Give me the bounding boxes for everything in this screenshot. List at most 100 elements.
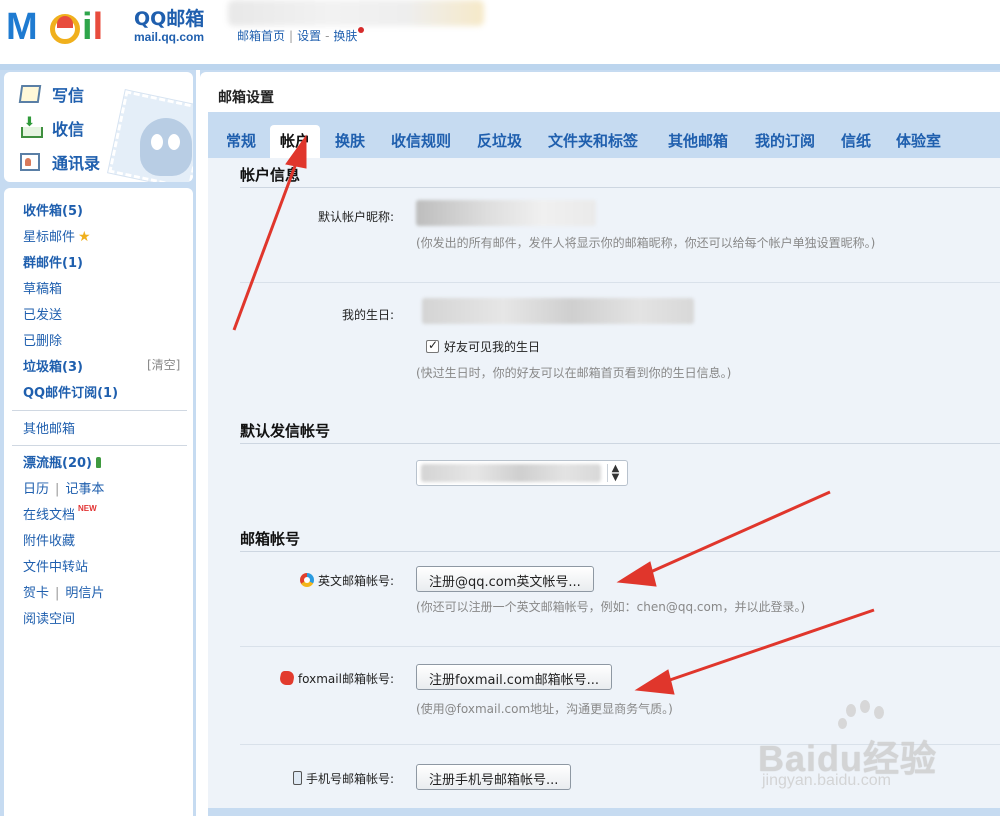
sidebar-item-notepad[interactable]: 记事本 — [65, 482, 104, 497]
sidebar-item-greeting-card[interactable]: 贺卡 — [23, 586, 49, 601]
sidebar-item-file-transfer[interactable]: 文件中转站 — [23, 556, 88, 575]
link-dash: - — [325, 29, 330, 43]
nickname-hint: (你发出的所有邮件，发件人将显示你的邮箱昵称，你还可以给每个帐户单独设置昵称。) — [416, 236, 876, 250]
english-mail-icon — [299, 573, 314, 587]
foxmail-account-hint: (使用@foxmail.com地址，沟通更显商务气质。) — [416, 702, 673, 716]
qq-penguin-stamp-icon — [106, 88, 193, 182]
tab-general[interactable]: 常规 — [216, 125, 266, 158]
receive-button[interactable]: 收信 — [20, 115, 85, 140]
register-english-account-button[interactable]: 注册@qq.com英文帐号... — [416, 566, 594, 592]
sidebar-item-starred[interactable]: 星标邮件 ★ — [23, 226, 91, 245]
sidebar-item-drift-bottle[interactable]: 漂流瓶(20) — [23, 452, 101, 471]
sidebar-item-attachments[interactable]: 附件收藏 — [23, 530, 75, 549]
sidebar-item-label: 在线文档 — [23, 508, 76, 523]
tab-other-mailboxes[interactable]: 其他邮箱 — [658, 125, 738, 158]
tab-labs[interactable]: 体验室 — [886, 125, 951, 158]
nickname-label: 默认帐户昵称: — [317, 210, 394, 224]
skin-link[interactable]: 换肤 — [333, 29, 357, 43]
sidebar-item-postcard[interactable]: 明信片 — [65, 586, 104, 601]
sidebar-item-calendar-notes: 日历 | 记事本 — [23, 478, 104, 497]
top-links: 邮箱首页 | 设置 - 换肤 — [237, 27, 365, 44]
sidebar-folder-list: 收件箱(5) 星标邮件 ★ 群邮件(1) 草稿箱 已发送 已删除 垃圾箱(3) [… — [4, 188, 193, 816]
page-title: 邮箱设置 — [218, 90, 274, 106]
tab-skin[interactable]: 换肤 — [325, 125, 375, 158]
sidebar-item-label: 星标邮件 — [23, 230, 76, 245]
birthday-hint: (快过生日时，你的好友可以在邮箱首页看到你的生日信息。) — [416, 366, 732, 380]
row-divider — [240, 282, 1000, 283]
sidebar-item-label: 漂流瓶(20) — [23, 456, 92, 471]
link-separator: | — [289, 29, 294, 43]
default-sender-select[interactable]: ▲ ▼ — [416, 460, 628, 486]
foxmail-account-label: foxmail邮箱帐号: — [248, 670, 394, 687]
section-default-sender: 默认发信帐号 — [240, 420, 1000, 444]
logo-letter-m: M — [6, 6, 38, 48]
sidebar-quick-actions: 写信 收信 通讯录 — [4, 72, 193, 182]
sidebar-item-group-mail[interactable]: 群邮件(1) — [23, 252, 83, 271]
birthday-visible-label: 好友可见我的生日 — [444, 340, 541, 354]
tab-folders-labels[interactable]: 文件夹和标签 — [538, 125, 648, 158]
sidebar-item-spam[interactable]: 垃圾箱(3) — [23, 356, 83, 375]
sidebar-item-sent[interactable]: 已发送 — [23, 304, 62, 323]
logo-text: QQ邮箱 mail.qq.com — [134, 8, 204, 44]
sidebar: 写信 收信 通讯录 收件箱(5) 星标邮件★ 群邮件(1) 草稿箱 已发送 已删… — [0, 70, 196, 816]
top-header: M il QQ邮箱 mail.qq.com 邮箱首页 | 设置 - 换肤 — [0, 0, 1000, 64]
section-mail-accounts: 邮箱帐号 — [240, 528, 1000, 552]
birthday-label: 我的生日: — [341, 308, 394, 322]
birthday-select[interactable] — [422, 298, 694, 324]
compose-label: 写信 — [52, 86, 85, 105]
compose-button[interactable]: 写信 — [18, 82, 85, 106]
sidebar-divider — [12, 410, 187, 411]
logo-en: mail.qq.com — [134, 30, 205, 44]
english-account-label: 英文邮箱帐号: — [268, 572, 394, 589]
sidebar-item-subscriptions[interactable]: QQ邮件订阅(1) — [23, 382, 118, 401]
watermark-url: jingyan.baidu.com — [762, 772, 891, 789]
phone-account-label: 手机号邮箱帐号: — [248, 770, 394, 787]
clear-spam-link[interactable]: [清空] — [147, 356, 180, 373]
home-link[interactable]: 邮箱首页 — [237, 29, 285, 43]
english-account-hint: (你还可以注册一个英文邮箱帐号，例如：chen@qq.com，并以此登录。) — [416, 600, 806, 614]
sidebar-item-reading-space[interactable]: 阅读空间 — [23, 608, 75, 627]
sidebar-item-cards: 贺卡 | 明信片 — [23, 582, 104, 601]
logo-cn: QQ邮箱 — [134, 8, 205, 30]
settings-link[interactable]: 设置 — [297, 29, 321, 43]
tab-subscriptions[interactable]: 我的订阅 — [745, 125, 825, 158]
inbox-icon — [20, 115, 43, 138]
row-divider — [240, 646, 1000, 647]
tab-mail-rules[interactable]: 收信规则 — [381, 125, 461, 158]
blurred-user-info — [228, 0, 484, 26]
star-icon: ★ — [78, 229, 91, 245]
tab-stationery[interactable]: 信纸 — [831, 125, 881, 158]
contacts-label: 通讯录 — [52, 154, 101, 173]
select-arrows-icon: ▲ ▼ — [607, 464, 623, 483]
sidebar-item-online-docs[interactable]: 在线文档 NEW — [23, 504, 97, 523]
register-foxmail-account-button[interactable]: 注册foxmail.com邮箱帐号... — [416, 664, 612, 690]
qq-mail-logo[interactable]: M il QQ邮箱 mail.qq.com — [6, 4, 218, 48]
foxmail-account-label-text: foxmail邮箱帐号: — [297, 672, 394, 686]
contacts-button[interactable]: 通讯录 — [20, 150, 100, 174]
notification-dot-icon — [358, 27, 365, 33]
sidebar-item-calendar[interactable]: 日历 — [23, 482, 49, 497]
sidebar-item-drafts[interactable]: 草稿箱 — [23, 278, 62, 297]
receive-label: 收信 — [52, 120, 85, 139]
baidu-jingyan-watermark: Baidu经验 jingyan.baidu.com — [740, 700, 990, 800]
pipe-separator: | — [55, 586, 60, 601]
write-icon — [18, 85, 42, 103]
logo-letters-il: il — [82, 6, 104, 48]
foxmail-icon — [278, 671, 296, 685]
english-account-label-text: 英文邮箱帐号: — [317, 574, 394, 588]
sidebar-item-inbox[interactable]: 收件箱(5) — [23, 200, 83, 219]
logo-envelope-o — [50, 14, 80, 44]
blurred-sender-address — [421, 464, 601, 482]
phone-account-label-text: 手机号邮箱帐号: — [305, 772, 394, 786]
nickname-input[interactable] — [416, 200, 596, 226]
bottle-icon — [95, 457, 101, 468]
sidebar-item-deleted[interactable]: 已删除 — [23, 330, 62, 349]
bottom-band — [208, 808, 1000, 816]
pipe-separator: | — [55, 482, 60, 497]
section-account-info: 帐户信息 — [240, 164, 1000, 188]
register-phone-account-button[interactable]: 注册手机号邮箱帐号... — [416, 764, 572, 790]
tab-antispam[interactable]: 反垃圾 — [467, 125, 532, 158]
birthday-visible-checkbox[interactable] — [426, 338, 439, 353]
sidebar-item-other-mailboxes[interactable]: 其他邮箱 — [23, 418, 75, 437]
tab-account[interactable]: 帐户 — [270, 125, 321, 158]
